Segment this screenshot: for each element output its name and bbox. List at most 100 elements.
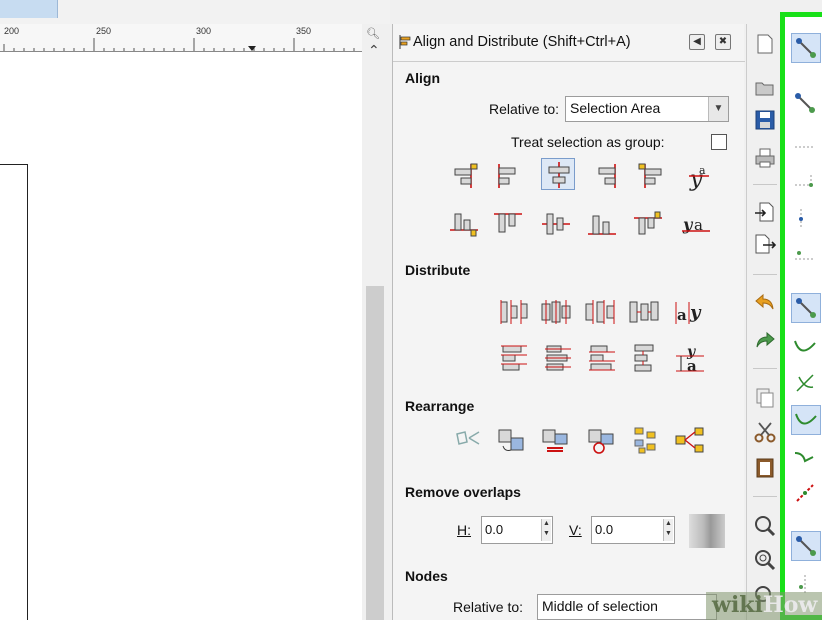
treat-as-group-checkbox[interactable] bbox=[711, 134, 727, 150]
align-top-to-bottom-anchor-button[interactable] bbox=[447, 208, 481, 240]
distribute-right-edges-button[interactable] bbox=[583, 296, 617, 328]
chevron-down-icon: ▼ bbox=[708, 97, 728, 121]
toolbar-separator bbox=[753, 496, 777, 497]
wikihow-watermark: wikiHow bbox=[706, 592, 822, 620]
snap-nodes-icon[interactable] bbox=[791, 293, 821, 323]
ruler-corner: 🔍︎ ⌃ bbox=[362, 24, 390, 64]
ruler-label: 350 bbox=[296, 26, 312, 36]
v-gap-spinbox[interactable]: 0.0 ▲ ▼ bbox=[591, 516, 675, 544]
spin-arrows-icon[interactable]: ▲ ▼ bbox=[541, 519, 551, 541]
snap-others-icon[interactable] bbox=[791, 531, 821, 561]
align-bottom-edges-button[interactable] bbox=[585, 208, 619, 240]
ruler-label: 200 bbox=[4, 26, 20, 36]
center-on-vertical-axis-button[interactable] bbox=[541, 158, 575, 190]
align-left-edges-button[interactable] bbox=[491, 160, 525, 192]
snap-smooth-nodes-icon[interactable] bbox=[791, 443, 821, 473]
snap-bbox-edges-icon[interactable] bbox=[791, 133, 821, 163]
snap-bounding-boxes-icon[interactable] bbox=[791, 89, 821, 119]
exchange-positions-stacking-order-button[interactable] bbox=[539, 424, 573, 456]
h-gap-spinbox[interactable]: 0.0 ▲ ▼ bbox=[481, 516, 553, 544]
commands-toolbar bbox=[746, 24, 780, 620]
align-right-to-left-anchor-button[interactable] bbox=[449, 160, 483, 192]
exchange-positions-selection-order-button[interactable] bbox=[495, 424, 529, 456]
dialog-header: Align and Distribute (Shift+Ctrl+A) ◀ ✖ bbox=[393, 24, 745, 62]
svg-text:a: a bbox=[677, 306, 687, 324]
snap-controls-bar bbox=[780, 12, 822, 620]
connector-network-layout-button[interactable] bbox=[673, 424, 707, 456]
align-right-edges-button[interactable] bbox=[589, 160, 623, 192]
nodes-section-title: Nodes bbox=[405, 568, 448, 584]
remove-overlaps-button[interactable] bbox=[689, 514, 725, 548]
relative-to-value: Selection Area bbox=[570, 100, 661, 116]
nodes-relative-to-select[interactable]: Middle of selection bbox=[537, 594, 717, 620]
snap-bbox-midpoints-icon[interactable] bbox=[791, 205, 821, 235]
v-gap-value: 0.0 bbox=[595, 522, 614, 537]
align-section-title: Align bbox=[405, 70, 440, 86]
paste-icon[interactable] bbox=[753, 456, 777, 480]
distribute-section-title: Distribute bbox=[405, 262, 471, 278]
v-gap-label: V: bbox=[569, 522, 582, 538]
align-top-edges-button[interactable] bbox=[491, 208, 525, 240]
dialog-iconify-button[interactable]: ◀ bbox=[689, 34, 705, 50]
toolbar-separator bbox=[753, 274, 777, 275]
dialog-close-button[interactable]: ✖ bbox=[715, 34, 731, 50]
save-icon[interactable] bbox=[753, 108, 777, 132]
export-icon[interactable] bbox=[753, 232, 777, 256]
align-distribute-dialog: Align and Distribute (Shift+Ctrl+A) ◀ ✖ … bbox=[392, 24, 745, 620]
copy-icon[interactable] bbox=[753, 386, 777, 410]
distribute-top-edges-button[interactable] bbox=[497, 342, 531, 374]
snap-path-intersections-icon[interactable] bbox=[791, 369, 821, 399]
relative-to-select[interactable]: Selection Area ▼ bbox=[565, 96, 729, 122]
rearrange-section-title: Rearrange bbox=[405, 398, 475, 414]
redo-icon[interactable] bbox=[753, 328, 777, 352]
document-tab[interactable] bbox=[0, 0, 58, 18]
align-left-to-right-anchor-button[interactable] bbox=[635, 160, 669, 192]
vertical-scrollbar[interactable] bbox=[362, 64, 390, 620]
dialog-title: Align and Distribute (Shift+Ctrl+A) bbox=[413, 34, 631, 50]
scrollbar-thumb[interactable] bbox=[366, 286, 384, 620]
relative-to-label: Relative to: bbox=[489, 101, 560, 117]
center-on-horizontal-axis-button[interactable] bbox=[539, 208, 573, 240]
distribute-text-anchors-vertical-button[interactable]: ya bbox=[673, 342, 707, 375]
cut-icon[interactable] bbox=[753, 420, 777, 444]
print-icon[interactable] bbox=[753, 146, 777, 170]
page-border bbox=[0, 164, 28, 620]
spin-arrows-icon[interactable]: ▲ ▼ bbox=[663, 519, 673, 541]
distribute-left-edges-button[interactable] bbox=[497, 296, 531, 328]
remove-overlaps-section-title: Remove overlaps bbox=[405, 484, 521, 500]
scroll-up-arrow-icon[interactable]: ⌃ bbox=[368, 42, 380, 59]
snap-paths-icon[interactable] bbox=[791, 333, 821, 363]
align-text-baselines-button[interactable]: ya bbox=[679, 208, 713, 240]
undo-icon[interactable] bbox=[753, 290, 777, 314]
distribute-bottom-edges-button[interactable] bbox=[585, 342, 619, 374]
treat-as-group-label: Treat selection as group: bbox=[511, 134, 665, 150]
new-document-icon[interactable] bbox=[753, 32, 777, 56]
drawing-canvas[interactable] bbox=[0, 52, 362, 620]
horizontal-ruler[interactable]: 200 250 300 350 bbox=[0, 24, 362, 52]
distribute-centers-horizontally-button[interactable] bbox=[539, 296, 573, 328]
snap-line-midpoints-icon[interactable] bbox=[791, 479, 821, 509]
snap-cusp-nodes-icon[interactable] bbox=[791, 405, 821, 435]
toolbar-separator bbox=[753, 184, 777, 185]
zoom-icon[interactable]: 🔍︎ bbox=[366, 27, 380, 40]
nodes-relative-to-value: Middle of selection bbox=[542, 598, 658, 614]
zoom-selection-icon[interactable] bbox=[753, 514, 777, 538]
randomize-centers-button[interactable] bbox=[629, 424, 663, 456]
enable-snapping-icon[interactable] bbox=[791, 33, 821, 63]
document-tab-strip bbox=[0, 0, 390, 24]
distribute-equal-gaps-horizontal-button[interactable] bbox=[627, 296, 661, 328]
toolbar-separator bbox=[753, 368, 777, 369]
zoom-drawing-icon[interactable] bbox=[753, 548, 777, 572]
graph-layout-button[interactable] bbox=[451, 424, 485, 456]
open-folder-icon[interactable] bbox=[753, 76, 777, 100]
distribute-text-anchors-horizontal-button[interactable]: ay bbox=[673, 296, 707, 328]
exchange-positions-clockwise-button[interactable] bbox=[585, 424, 619, 456]
snap-bbox-centers-icon[interactable] bbox=[791, 239, 821, 269]
ruler-label: 250 bbox=[96, 26, 112, 36]
align-bottom-to-top-anchor-button[interactable] bbox=[631, 208, 665, 240]
align-baseline-text-button[interactable]: ya bbox=[681, 160, 715, 192]
snap-bbox-corners-icon[interactable] bbox=[791, 167, 821, 197]
distribute-equal-gaps-vertical-button[interactable] bbox=[629, 342, 663, 374]
distribute-centers-vertically-button[interactable] bbox=[541, 342, 575, 374]
import-icon[interactable] bbox=[753, 200, 777, 224]
